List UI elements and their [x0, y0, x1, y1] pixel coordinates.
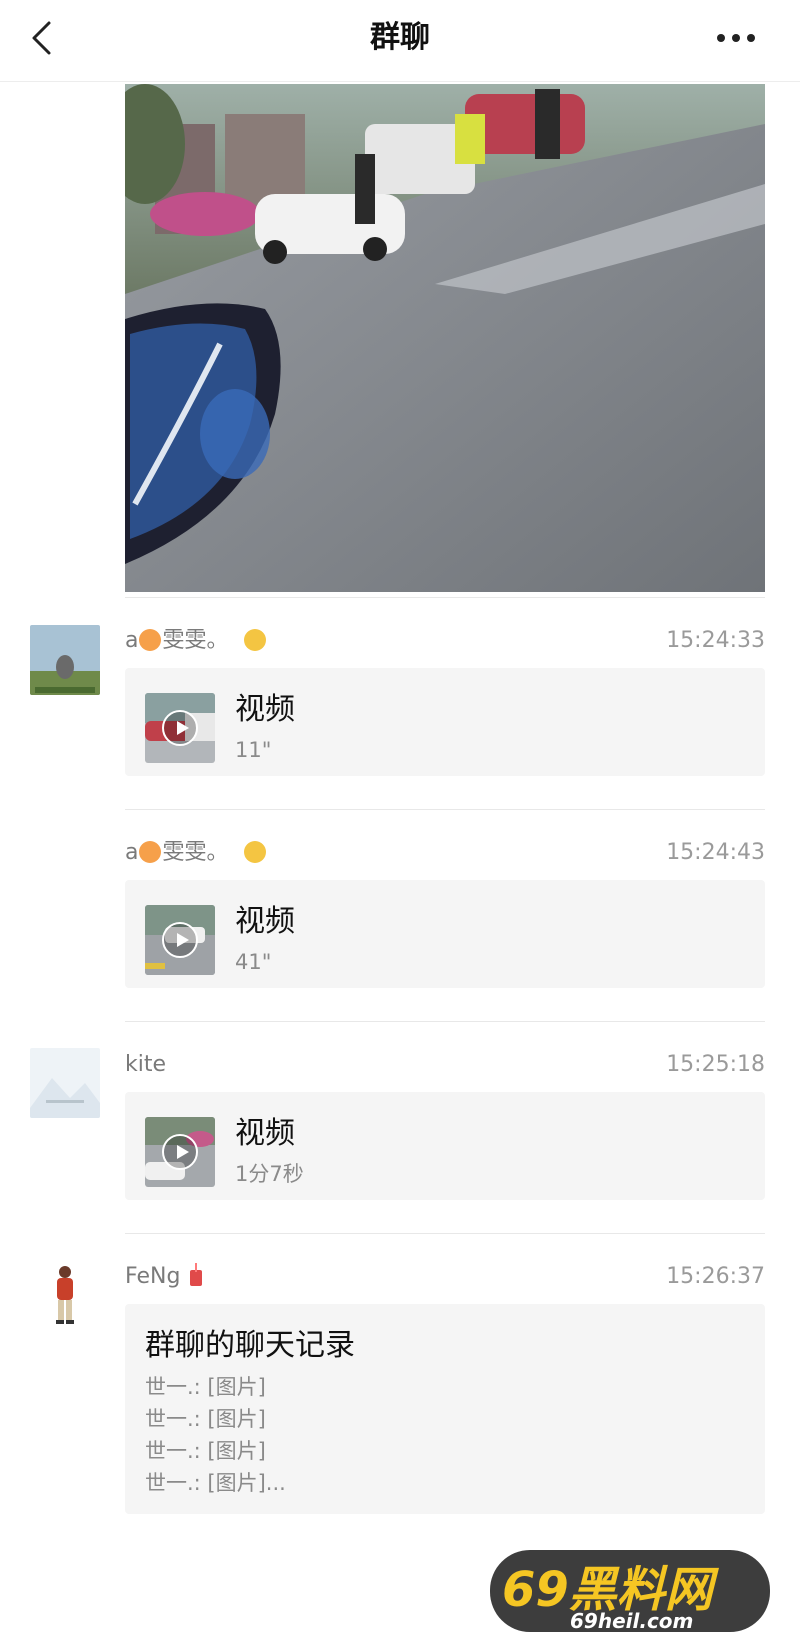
avatar[interactable] — [30, 1048, 100, 1118]
chat-record-line: 世一.: [图片] — [145, 1407, 266, 1431]
video-card[interactable]: 视频 41" — [125, 880, 765, 988]
drink-emoji-icon — [190, 1263, 203, 1286]
street-scene-image — [125, 84, 765, 592]
video-card[interactable]: 视频 11" — [125, 668, 765, 776]
nav-bar: 群聊 — [0, 0, 800, 82]
video-thumbnail — [145, 1117, 215, 1187]
sender-name: a 雯雯。 — [125, 626, 267, 656]
blush-emoji-icon — [139, 841, 162, 863]
ellipsis-icon — [717, 34, 755, 42]
chat-record-line: 世一.: [图片] — [145, 1375, 266, 1399]
chat-record-line: 世一.: [图片] — [145, 1439, 266, 1463]
video-thumbnail — [145, 905, 215, 975]
smile-emoji-icon — [243, 629, 266, 651]
video-duration: 1分7秒 — [235, 1162, 304, 1186]
timestamp: 15:25:18 — [666, 1052, 765, 1077]
avatar[interactable] — [30, 1260, 100, 1330]
video-label: 视频 — [235, 692, 295, 727]
shared-photo[interactable] — [125, 84, 765, 592]
video-duration: 41" — [235, 950, 272, 974]
video-label: 视频 — [235, 904, 295, 939]
video-card[interactable]: 视频 1分7秒 — [125, 1092, 765, 1200]
sender-name: kite — [125, 1052, 167, 1077]
watermark-logo: 69黑料网 69heil.com — [480, 1540, 780, 1640]
chat-record-line: 世一.: [图片]... — [145, 1471, 286, 1495]
video-duration: 11" — [235, 738, 272, 762]
separator — [125, 1021, 765, 1022]
separator — [125, 597, 765, 598]
timestamp: 15:24:43 — [666, 840, 765, 865]
separator — [125, 809, 765, 810]
more-button[interactable] — [712, 18, 760, 58]
video-label: 视频 — [235, 1116, 295, 1151]
smile-emoji-icon — [243, 841, 266, 863]
chat-record-title: 群聊的聊天记录 — [145, 1328, 355, 1363]
video-thumbnail — [145, 693, 215, 763]
avatar[interactable] — [30, 625, 100, 695]
sender-name: FeNg — [125, 1262, 205, 1292]
separator — [125, 1233, 765, 1234]
page-title: 群聊 — [370, 20, 430, 55]
play-icon — [162, 922, 198, 958]
timestamp: 15:26:37 — [666, 1264, 765, 1289]
sender-name: a 雯雯。 — [125, 838, 267, 868]
chat-record-card[interactable]: 群聊的聊天记录 世一.: [图片] 世一.: [图片] 世一.: [图片] 世一… — [125, 1304, 765, 1514]
chevron-left-icon — [32, 21, 51, 55]
watermark-line2: 69heil.com — [570, 1609, 693, 1633]
back-button[interactable] — [22, 18, 62, 58]
timestamp: 15:24:33 — [666, 628, 765, 653]
play-icon — [162, 710, 198, 746]
play-icon — [162, 1134, 198, 1170]
blush-emoji-icon — [139, 629, 162, 651]
